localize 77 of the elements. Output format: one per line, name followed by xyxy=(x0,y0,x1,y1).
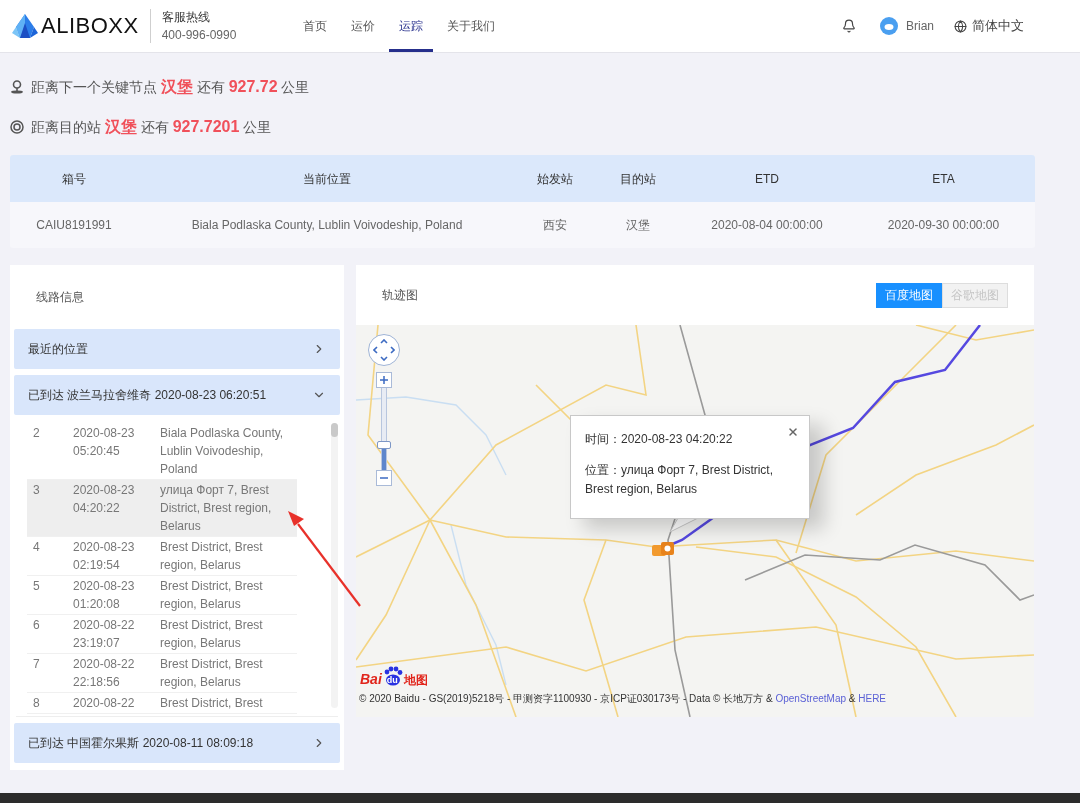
event-time: 2020-08-23 02:19:54 xyxy=(73,539,136,574)
event-location: Brest District, Brest xyxy=(160,695,264,712)
event-location: Brest District, Brest region, Belarus xyxy=(160,539,264,574)
accordion-header[interactable]: 最近的位置 xyxy=(14,329,340,369)
panel-title: 线路信息 xyxy=(36,289,84,306)
event-time: 2020-08-23 01:20:08 xyxy=(73,578,136,613)
table-cell-text: 2020-08-04 00:00:00 xyxy=(710,217,824,234)
hotline-label: 客服热线 xyxy=(161,9,211,26)
map-logo-text: Bai xyxy=(360,672,382,686)
map-view[interactable]: 时间：2020-08-23 04:20:22 位置：улица Форт 7, Brest District, Brest region, Belarus Bai du 地图 © 2020 Baidu - GS(2019)5218号 - 甲测资字1100930 - 京ICP证030173号 - Data © 长地万方 & OpenStreetMap & HERE xyxy=(356,325,1034,717)
plus-icon xyxy=(380,376,388,384)
minus-icon xyxy=(380,477,388,479)
zoom-out-button[interactable] xyxy=(376,470,392,486)
column-header: 始发站 xyxy=(536,170,574,188)
column-header: ETD xyxy=(754,170,780,188)
map-attribution: © 2020 Baidu - GS(2019)5218号 - 甲测资字1100930 - 京ICP证030173号 - Data © 长地万方 & OpenStreetMap & HERE xyxy=(359,692,887,706)
globe-icon xyxy=(954,19,967,33)
close-icon xyxy=(787,426,799,438)
column-header: 目的站 xyxy=(619,170,657,188)
distance-note: 距离目的站 汉堡 还有 927.7201 公里 xyxy=(31,117,272,137)
pan-control[interactable] xyxy=(368,334,400,366)
event-index: 5 xyxy=(32,578,41,595)
pan-arrows-icon xyxy=(373,339,395,361)
avatar-icon xyxy=(880,17,898,35)
table-cell-text: 汉堡 xyxy=(625,217,651,234)
event-location: улица Форт 7, Brest District, Brest region, Belarus xyxy=(160,482,273,535)
popup-location: 位置：улица Форт 7, Brest District, Brest region, Belarus xyxy=(585,462,775,498)
nav-tab[interactable]: 关于我们 xyxy=(437,0,505,52)
table-cell-text: 西安 xyxy=(542,217,568,234)
event-location: Brest District, Brest region, Belarus xyxy=(160,578,264,613)
language-selector[interactable]: 简体中文 xyxy=(972,16,1024,36)
event-index: 2 xyxy=(32,425,41,442)
event-row[interactable]: 3 2020-08-23 04:20:22 улица Форт 7, Brest District, Brest region, Belarus xyxy=(27,480,297,537)
pin-icon xyxy=(10,80,24,94)
close-button[interactable] xyxy=(787,426,799,438)
bell-icon xyxy=(842,19,856,33)
column-header: 当前位置 xyxy=(302,170,352,188)
target-icon xyxy=(10,120,24,134)
event-time: 2020-08-23 04:20:22 xyxy=(73,482,136,517)
accordion-header[interactable]: 已到达 中国霍尔果斯 2020-08-11 08:09:18 xyxy=(14,723,340,763)
column-header: 箱号 xyxy=(61,170,87,188)
panel-title: 轨迹图 xyxy=(382,287,418,304)
event-location: Brest District, Brest region, Belarus xyxy=(160,617,264,652)
accordion-header[interactable]: 已到达 波兰马拉舍维奇 2020-08-23 06:20:51 xyxy=(14,375,340,415)
map-logo-text: 地图 xyxy=(403,674,428,686)
table-cell-text: 2020-09-30 00:00:00 xyxy=(886,217,1001,234)
marker-icon xyxy=(652,542,674,558)
event-time: 2020-08-22 23:19:07 xyxy=(73,617,136,652)
map-type-button[interactable]: 百度地图 xyxy=(876,282,942,308)
nav-tab[interactable]: 运价 xyxy=(341,0,385,52)
scrollbar-thumb[interactable] xyxy=(331,423,338,437)
logo-icon xyxy=(12,13,38,39)
zoom-slider-thumb[interactable] xyxy=(377,441,391,450)
nav-tab[interactable]: 运踪 xyxy=(389,0,433,52)
nav-tab[interactable]: 首页 xyxy=(293,0,337,52)
event-index: 6 xyxy=(32,617,41,634)
popup-time: 时间：2020-08-23 04:20:22 xyxy=(585,431,734,448)
event-index: 4 xyxy=(32,539,41,556)
table-cell-text: Biala Podlaska County, Lublin Voivodeship, Poland xyxy=(190,217,464,234)
table-cell-text: CAIU8191991 xyxy=(35,217,113,234)
user-name[interactable]: Brian xyxy=(906,17,934,35)
map-logo-text: du xyxy=(386,676,398,685)
attribution-link[interactable]: HERE xyxy=(858,693,887,704)
event-time: 2020-08-23 05:20:45 xyxy=(73,425,136,460)
notification-button[interactable] xyxy=(840,17,858,35)
zoom-in-button[interactable] xyxy=(376,372,392,388)
event-time: 2020-08-22 xyxy=(73,695,136,712)
event-index: 7 xyxy=(32,656,41,673)
event-location: Brest District, Brest region, Belarus xyxy=(160,656,264,691)
distance-note: 距离下一个关键节点 汉堡 还有 927.72 公里 xyxy=(31,77,310,97)
column-header: ETA xyxy=(931,170,956,188)
event-index: 3 xyxy=(32,482,41,499)
hotline-number: 400-996-0990 xyxy=(161,27,237,44)
event-time: 2020-08-22 22:18:56 xyxy=(73,656,136,691)
attribution-link[interactable]: OpenStreetMap xyxy=(775,693,846,704)
logo-text: ALIBOXX xyxy=(41,15,139,37)
event-index: 8 xyxy=(32,695,41,712)
